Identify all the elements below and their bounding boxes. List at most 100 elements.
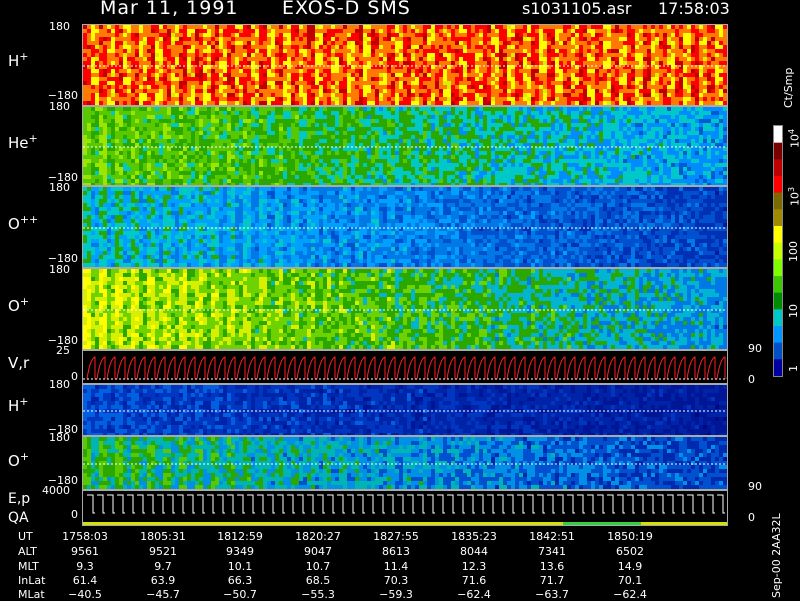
tick-vr-right-top: 90: [748, 342, 762, 355]
ephem-cell: 10.7: [290, 560, 346, 573]
ephem-cell: 1835:23: [446, 530, 502, 543]
panel-label-vr: V,r: [8, 354, 29, 372]
colorbar-unit: Ct/Smp: [782, 68, 795, 108]
spectrogram-o-plus-image: [83, 269, 728, 350]
colorbar-tick-100: 100: [787, 241, 800, 262]
spectrogram-h-plus-image: [83, 25, 728, 106]
spectrogram-o-plus: [82, 268, 728, 350]
ephem-cell: 13.6: [524, 560, 580, 573]
ephem-cell: 63.9: [135, 574, 191, 587]
tick-ep-bottom: 0: [38, 508, 78, 521]
colorbar-swatch: [774, 326, 782, 343]
colorbar-swatch: [774, 343, 782, 360]
ephem-cell: −55.3: [290, 588, 346, 601]
colorbar-swatch: [774, 259, 782, 276]
spectrogram-h-plus-2-image: [83, 385, 728, 436]
colorbar-swatch: [774, 159, 782, 176]
ephem-label-alt: ALT: [18, 545, 37, 558]
ephem-cell: 8613: [368, 545, 424, 558]
ephem-cell: 9561: [57, 545, 113, 558]
ephem-cell: −62.4: [446, 588, 502, 601]
tick-op-top: 180: [30, 263, 70, 276]
ephem-cell: −63.7: [524, 588, 580, 601]
panel-label-he-plus: He+: [8, 132, 38, 152]
velocity-trace: [83, 351, 728, 384]
tick-o2-right-bottom: 90: [748, 480, 762, 493]
colorbar-swatch: [774, 293, 782, 310]
panel-label-o-plus-plus: O++: [8, 213, 38, 233]
ephem-label-mlat: MLat: [18, 588, 45, 601]
colorbar-swatch: [774, 209, 782, 226]
energy-trace: [83, 491, 728, 526]
ephem-cell: 11.4: [368, 560, 424, 573]
ephem-cell: −45.7: [135, 588, 191, 601]
colorbar-swatch: [774, 359, 782, 376]
header-time: 17:58:03: [658, 0, 730, 18]
panel-label-h-plus: H+: [8, 50, 29, 70]
spectrogram-he-plus: [82, 106, 728, 186]
spectrogram-o-plus-2: [82, 436, 728, 490]
tick-he-top: 180: [30, 100, 70, 113]
ephem-cell: −40.5: [57, 588, 113, 601]
spectrogram-h-plus-2: [82, 384, 728, 436]
tick-opp-top: 180: [30, 181, 70, 194]
colorbar-swatch: [774, 176, 782, 193]
energy-panel: [82, 490, 728, 526]
panel-label-o-plus-2: O+: [8, 450, 29, 470]
ephem-cell: 71.7: [524, 574, 580, 587]
colorbar-swatch: [774, 143, 782, 160]
panel-label-ep: E,p: [8, 491, 30, 507]
colorbar-tick-1: 1: [787, 365, 800, 372]
footer-version: Sep-00 2AA32L: [770, 513, 783, 598]
ephemeris-table: UT ALT MLT InLat MLat 1758:0395619.361.4…: [0, 530, 760, 600]
ephem-label-ut: UT: [18, 530, 33, 543]
tick-o2-top: 180: [30, 431, 70, 444]
velocity-panel: [82, 350, 728, 384]
tick-ep-right-bottom: 0: [748, 511, 755, 524]
ephem-cell: 66.3: [212, 574, 268, 587]
spectrogram-o-plus-plus: [82, 186, 728, 268]
ephem-cell: 9349: [212, 545, 268, 558]
ephem-cell: 1820:27: [290, 530, 346, 543]
ephem-label-mlt: MLT: [18, 560, 39, 573]
ephem-cell: −50.7: [212, 588, 268, 601]
tick-vr-top: 25: [30, 344, 70, 357]
tick-h-top: 180: [30, 20, 70, 33]
colorbar: [773, 125, 783, 377]
header-mission: EXOS-D SMS: [282, 0, 411, 19]
tick-h2-top: 180: [30, 378, 70, 391]
ephem-cell: 10.1: [212, 560, 268, 573]
ephem-cell: 1827:55: [368, 530, 424, 543]
colorbar-swatch: [774, 226, 782, 243]
colorbar-swatches: [774, 126, 782, 376]
ephem-cell: 1805:31: [135, 530, 191, 543]
ephem-cell: 7341: [524, 545, 580, 558]
ephem-cell: 68.5: [290, 574, 346, 587]
ephem-label-inlat: InLat: [18, 574, 45, 587]
panel-label-o-plus: O+: [8, 295, 29, 315]
colorbar-tick-1e3: 103: [787, 187, 800, 206]
ephem-cell: 71.6: [446, 574, 502, 587]
header-date: Mar 11, 1991: [100, 0, 239, 19]
ephem-cell: 1842:51: [524, 530, 580, 543]
header-file: s1031105.asr: [522, 0, 631, 18]
ephem-cell: 1758:03: [57, 530, 113, 543]
spectrogram-he-plus-image: [83, 107, 728, 186]
ephem-cell: 1850:19: [602, 530, 658, 543]
ephem-cell: 1812:59: [212, 530, 268, 543]
panel-label-qa: QA: [8, 510, 29, 526]
colorbar-tick-1e4: 104: [787, 129, 800, 148]
spectrogram-o-plus-plus-image: [83, 187, 728, 268]
colorbar-tick-10: 10: [787, 304, 800, 318]
ephem-cell: 9047: [290, 545, 346, 558]
ephem-cell: 14.9: [602, 560, 658, 573]
ephem-cell: 70.1: [602, 574, 658, 587]
ephem-cell: 70.3: [368, 574, 424, 587]
tick-vr-right-bottom: 0: [748, 373, 755, 386]
colorbar-swatch: [774, 126, 782, 143]
ephem-cell: −62.4: [602, 588, 658, 601]
panel-label-h-plus-2: H+: [8, 395, 29, 415]
ephem-cell: 9521: [135, 545, 191, 558]
ephem-cell: 8044: [446, 545, 502, 558]
colorbar-swatch: [774, 193, 782, 210]
